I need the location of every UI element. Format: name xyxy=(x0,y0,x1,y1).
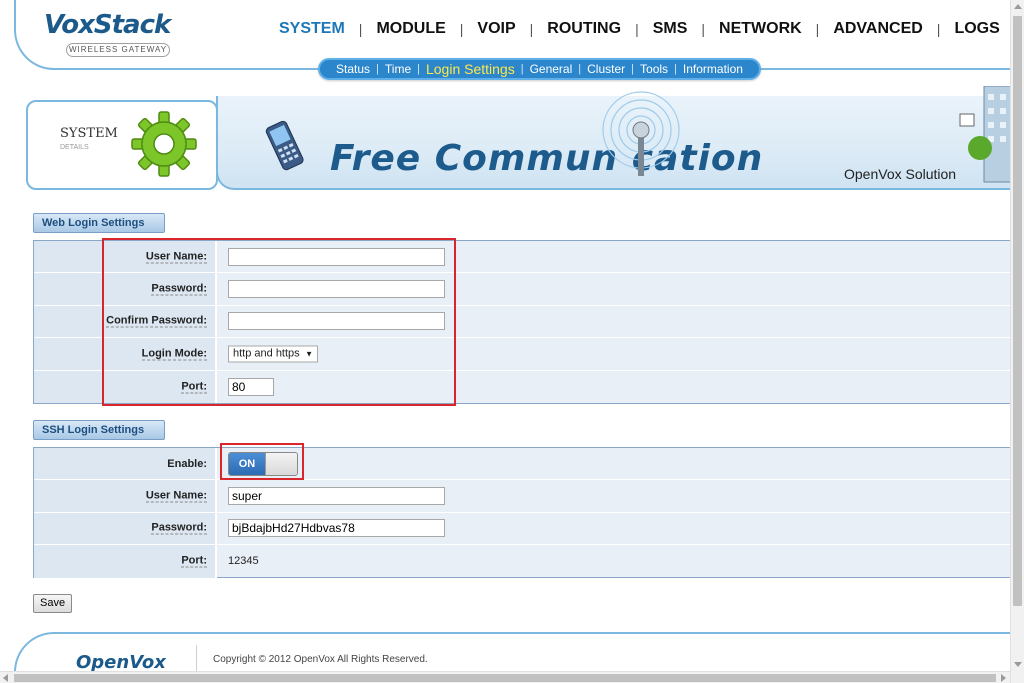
antenna-icon xyxy=(602,91,680,176)
phone-icon xyxy=(265,120,304,171)
label-cell: User Name: xyxy=(34,241,217,273)
save-button[interactable]: Save xyxy=(33,594,73,613)
scroll-down-icon[interactable] xyxy=(1014,662,1022,667)
ssh-port-value: 12345 xyxy=(228,555,259,568)
gear-icon xyxy=(131,111,197,177)
row-ssh-port: Port: 12345 xyxy=(34,545,1014,578)
row-web-password: Password: xyxy=(34,273,1014,306)
nav-routing[interactable]: ROUTING xyxy=(533,20,635,38)
dropdown-arrow-icon: ▼ xyxy=(305,349,313,359)
section-subtitle: DETAILS xyxy=(60,144,89,151)
copyright-text: Copyright © 2012 OpenVox All Rights Rese… xyxy=(213,654,428,665)
toggle-on-label: ON xyxy=(229,452,265,475)
web-login-tab[interactable]: Web Login Settings xyxy=(33,213,165,233)
subnav-login-settings[interactable]: Login Settings xyxy=(420,61,521,77)
web-port-label: Port: xyxy=(181,380,207,394)
ssh-enable-toggle[interactable]: ON xyxy=(228,451,298,476)
vertical-scroll-thumb[interactable] xyxy=(1013,16,1022,606)
login-mode-select[interactable]: http and https ▼ xyxy=(228,345,318,363)
label-cell: Password: xyxy=(34,273,217,305)
label-cell: Port: xyxy=(34,545,217,578)
web-password-label: Password: xyxy=(151,282,207,296)
brand-tagline: WIRELESS GATEWAY xyxy=(66,43,170,57)
label-cell: Port: xyxy=(34,370,217,403)
buildings-icon xyxy=(959,86,1015,183)
section-badge: SYSTEM DETAILS xyxy=(26,100,218,190)
banner-slogan: Free Commun cation xyxy=(330,138,764,179)
login-mode-label: Login Mode: xyxy=(141,347,207,361)
web-confirm-password-label: Confirm Password: xyxy=(106,314,207,328)
login-mode-value: http and https xyxy=(233,347,300,360)
scroll-up-icon[interactable] xyxy=(1014,4,1022,9)
nav-logs[interactable]: LOGS xyxy=(940,20,1013,38)
nav-advanced[interactable]: ADVANCED xyxy=(819,20,936,38)
main-nav: SYSTEM | MODULE | VOIP | ROUTING | SMS |… xyxy=(265,20,1014,38)
row-web-user-name: User Name: xyxy=(34,241,1014,274)
label-cell: Login Mode: xyxy=(34,338,217,370)
horizontal-scrollbar[interactable] xyxy=(0,671,1010,683)
scroll-right-icon[interactable] xyxy=(1001,674,1006,682)
ssh-enable-label: Enable: xyxy=(167,457,207,470)
web-password-input[interactable] xyxy=(228,280,445,299)
section-title: SYSTEM xyxy=(60,126,118,141)
subnav-tools[interactable]: Tools xyxy=(634,62,674,76)
nav-network[interactable]: NETWORK xyxy=(705,20,816,38)
subnav-information[interactable]: Information xyxy=(677,62,749,76)
row-login-mode: Login Mode: http and https ▼ xyxy=(34,338,1014,371)
horizontal-scroll-thumb[interactable] xyxy=(14,674,996,682)
solution-label: OpenVox Solution xyxy=(844,166,957,182)
row-web-confirm-password: Confirm Password: xyxy=(34,305,1014,339)
row-ssh-user-name: User Name: xyxy=(34,480,1014,513)
nav-module[interactable]: MODULE xyxy=(362,20,459,38)
ssh-login-tab[interactable]: SSH Login Settings xyxy=(33,420,165,440)
brand-logo[interactable]: VoxStack xyxy=(44,10,171,40)
nav-sms[interactable]: SMS xyxy=(639,20,702,38)
row-web-port: Port: xyxy=(34,370,1014,403)
ssh-password-input[interactable] xyxy=(228,519,445,538)
label-cell: Confirm Password: xyxy=(34,305,217,338)
ssh-login-table: Enable: ON User Name: Password: Port: 12… xyxy=(33,447,1014,578)
label-cell: Enable: xyxy=(34,448,217,480)
nav-system[interactable]: SYSTEM xyxy=(265,20,359,38)
label-cell: User Name: xyxy=(34,480,217,512)
toggle-knob xyxy=(265,452,297,475)
scroll-left-icon[interactable] xyxy=(3,674,8,682)
subnav-general[interactable]: General xyxy=(524,62,579,76)
banner: SYSTEM DETAILS Free Commun cation OpenVo… xyxy=(26,86,1015,196)
web-login-table: User Name: Password: Confirm Password: L… xyxy=(33,240,1014,404)
web-port-input[interactable] xyxy=(228,377,274,396)
vertical-scrollbar[interactable] xyxy=(1010,0,1024,683)
ssh-password-label: Password: xyxy=(151,521,207,535)
ssh-user-name-input[interactable] xyxy=(228,487,445,506)
row-ssh-enable: Enable: ON xyxy=(34,448,1014,481)
web-user-name-label: User Name: xyxy=(145,250,207,264)
label-cell: Password: xyxy=(34,512,217,545)
sub-nav: Status | Time | Login Settings | General… xyxy=(318,58,761,80)
subnav-status[interactable]: Status xyxy=(330,62,376,76)
footer-logo: OpenVox xyxy=(76,652,166,673)
ssh-user-name-label: User Name: xyxy=(145,489,207,503)
web-user-name-input[interactable] xyxy=(228,247,445,266)
ssh-port-label: Port: xyxy=(181,554,207,568)
web-confirm-password-input[interactable] xyxy=(228,312,445,331)
nav-voip[interactable]: VOIP xyxy=(463,20,529,38)
subnav-cluster[interactable]: Cluster xyxy=(581,62,631,76)
row-ssh-password: Password: xyxy=(34,512,1014,546)
subnav-time[interactable]: Time xyxy=(379,62,417,76)
